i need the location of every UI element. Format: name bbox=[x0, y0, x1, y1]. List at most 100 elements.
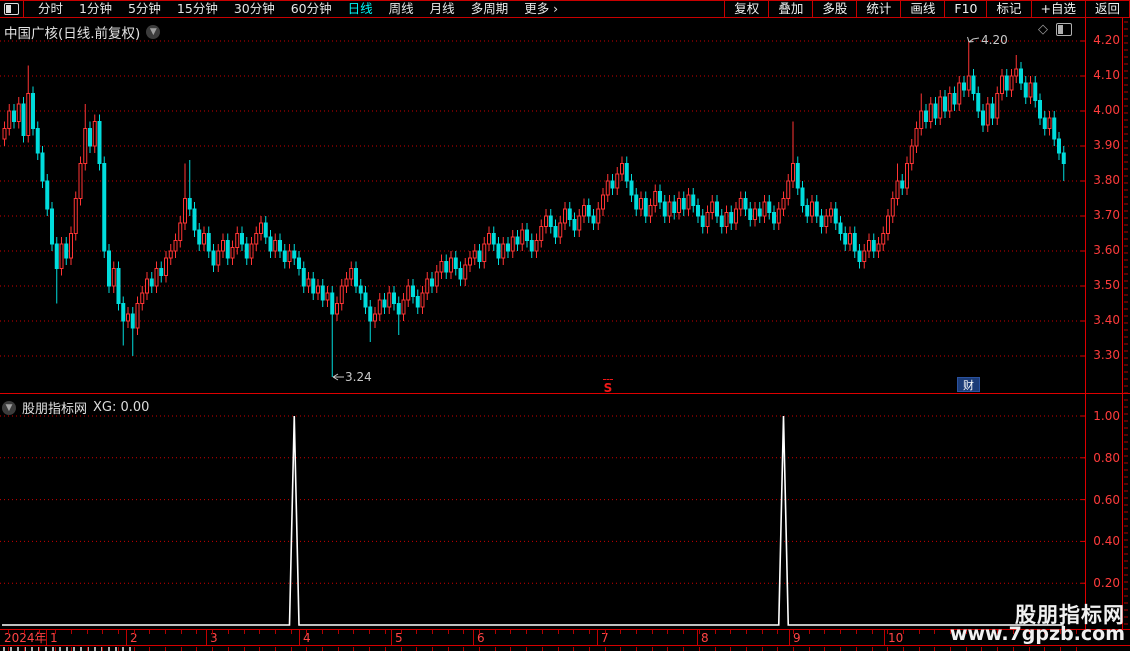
axis-tick bbox=[604, 647, 606, 651]
chart-corner-icons: ◇ bbox=[1038, 22, 1072, 37]
axis-tick bbox=[855, 647, 857, 651]
diamond-icon[interactable]: ◇ bbox=[1038, 22, 1048, 37]
axis-tick bbox=[541, 630, 543, 634]
axis-tick bbox=[683, 647, 685, 651]
month-label: 1 bbox=[50, 631, 58, 645]
axis-tick bbox=[337, 647, 339, 651]
axis-tick bbox=[86, 630, 88, 634]
axis-tick bbox=[934, 647, 936, 651]
axis-tick bbox=[479, 630, 480, 634]
axis-tick bbox=[541, 647, 543, 651]
price-axis-label: 3.80 bbox=[1093, 173, 1120, 187]
period-tab-15分钟[interactable]: 15分钟 bbox=[169, 1, 226, 17]
axis-tick bbox=[698, 630, 700, 634]
axis-tick bbox=[290, 647, 292, 651]
month-divider bbox=[789, 630, 790, 645]
period-tab-周线[interactable]: 周线 bbox=[381, 1, 422, 17]
axis-tick bbox=[416, 630, 418, 634]
bottom-strip bbox=[0, 645, 1130, 651]
cai-news-badge[interactable]: 财 bbox=[957, 377, 980, 392]
axis-tick bbox=[353, 630, 355, 634]
axis-tick bbox=[871, 630, 873, 634]
tool-button-多股[interactable]: 多股 bbox=[813, 1, 858, 17]
axis-tick bbox=[479, 647, 480, 651]
period-tab-60分钟[interactable]: 60分钟 bbox=[283, 1, 340, 17]
axis-tick bbox=[573, 647, 575, 651]
axis-tick bbox=[526, 630, 528, 634]
tool-button-画线[interactable]: 画线 bbox=[901, 1, 946, 17]
axis-tick bbox=[227, 647, 229, 651]
xg-axis-label: 0.60 bbox=[1093, 492, 1120, 507]
axis-tick bbox=[384, 630, 386, 634]
period-tab-30分钟[interactable]: 30分钟 bbox=[226, 1, 283, 17]
axis-tick bbox=[196, 647, 198, 651]
axis-tick bbox=[604, 630, 606, 634]
axis-tick bbox=[431, 630, 433, 634]
sell-signal-marker: S bbox=[603, 379, 613, 395]
page-title: 中国广核(日线.前复权) bbox=[4, 26, 141, 42]
axis-tick bbox=[840, 647, 842, 651]
axis-tick bbox=[620, 647, 622, 651]
tool-button-F10[interactable]: F10 bbox=[945, 1, 988, 17]
axis-tick bbox=[290, 630, 292, 634]
axis-tick bbox=[23, 630, 25, 634]
axis-tick bbox=[824, 630, 826, 634]
tool-button-返回[interactable]: 返回 bbox=[1086, 1, 1130, 17]
axis-tick bbox=[714, 630, 716, 634]
axis-tick bbox=[243, 630, 245, 634]
kline-canvas[interactable] bbox=[0, 0, 1130, 650]
axis-tick bbox=[369, 630, 371, 634]
axis-tick bbox=[698, 647, 700, 651]
axis-tick bbox=[133, 647, 135, 651]
axis-tick bbox=[306, 647, 308, 651]
axis-tick bbox=[683, 630, 685, 634]
axis-tick bbox=[353, 647, 355, 651]
tool-button-统计[interactable]: 统计 bbox=[857, 1, 902, 17]
chevron-down-icon[interactable]: ▼ bbox=[2, 400, 16, 415]
axis-tick bbox=[840, 630, 842, 634]
axis-tick bbox=[573, 630, 575, 634]
axis-tick bbox=[243, 647, 245, 651]
period-tab-1分钟[interactable]: 1分钟 bbox=[71, 1, 120, 17]
window-icon[interactable] bbox=[1056, 23, 1072, 36]
tool-button-标记[interactable]: 标记 bbox=[987, 1, 1032, 17]
month-divider bbox=[884, 630, 885, 645]
period-tab-分时[interactable]: 分时 bbox=[30, 1, 71, 17]
period-tab-多周期[interactable]: 多周期 bbox=[463, 1, 517, 17]
axis-tick bbox=[322, 647, 323, 651]
xg-axis-label: 0.20 bbox=[1093, 576, 1120, 591]
axis-tick bbox=[651, 630, 653, 634]
tool-button-叠加[interactable]: 叠加 bbox=[769, 1, 814, 17]
tool-button-复权[interactable]: 复权 bbox=[725, 1, 770, 17]
axis-tick bbox=[39, 630, 41, 634]
axis-tick bbox=[165, 630, 166, 634]
axis-tick bbox=[180, 647, 182, 651]
axis-tick bbox=[1044, 647, 1046, 651]
axis-tick bbox=[227, 630, 229, 634]
period-tab-月线[interactable]: 月线 bbox=[422, 1, 463, 17]
axis-tick bbox=[259, 630, 261, 634]
axis-tick bbox=[447, 647, 449, 651]
axis-tick bbox=[102, 630, 104, 634]
axis-tick bbox=[274, 630, 276, 634]
axis-tick bbox=[855, 630, 857, 634]
price-axis-label: 3.60 bbox=[1093, 243, 1120, 257]
axis-tick bbox=[165, 647, 166, 651]
period-tab-5分钟[interactable]: 5分钟 bbox=[120, 1, 169, 17]
axis-tick bbox=[902, 647, 904, 651]
axis-tick bbox=[871, 647, 873, 651]
axis-tick bbox=[1028, 647, 1030, 651]
tool-button-+自选[interactable]: +自选 bbox=[1032, 1, 1086, 17]
top-menu-bar: 分时 1分钟 5分钟 15分钟 30分钟 60分钟 日线 周线 月线 多周期 更多 › 复权 叠加 多股… bbox=[0, 0, 1130, 18]
xg-axis-label: 0.40 bbox=[1093, 534, 1120, 549]
price-axis-label: 3.70 bbox=[1093, 208, 1120, 222]
period-tab-更多 ›[interactable]: 更多 › bbox=[516, 1, 566, 17]
chevron-down-icon[interactable]: ▼ bbox=[146, 25, 161, 39]
axis-tick bbox=[274, 647, 276, 651]
axis-tick bbox=[745, 630, 747, 634]
axis-tick bbox=[1059, 647, 1061, 651]
axis-tick bbox=[212, 630, 214, 634]
watermark-site-url: www.7gpzb.com bbox=[949, 623, 1125, 645]
window-layout-icon[interactable] bbox=[4, 3, 19, 15]
period-tab-日线[interactable]: 日线 bbox=[340, 1, 381, 17]
